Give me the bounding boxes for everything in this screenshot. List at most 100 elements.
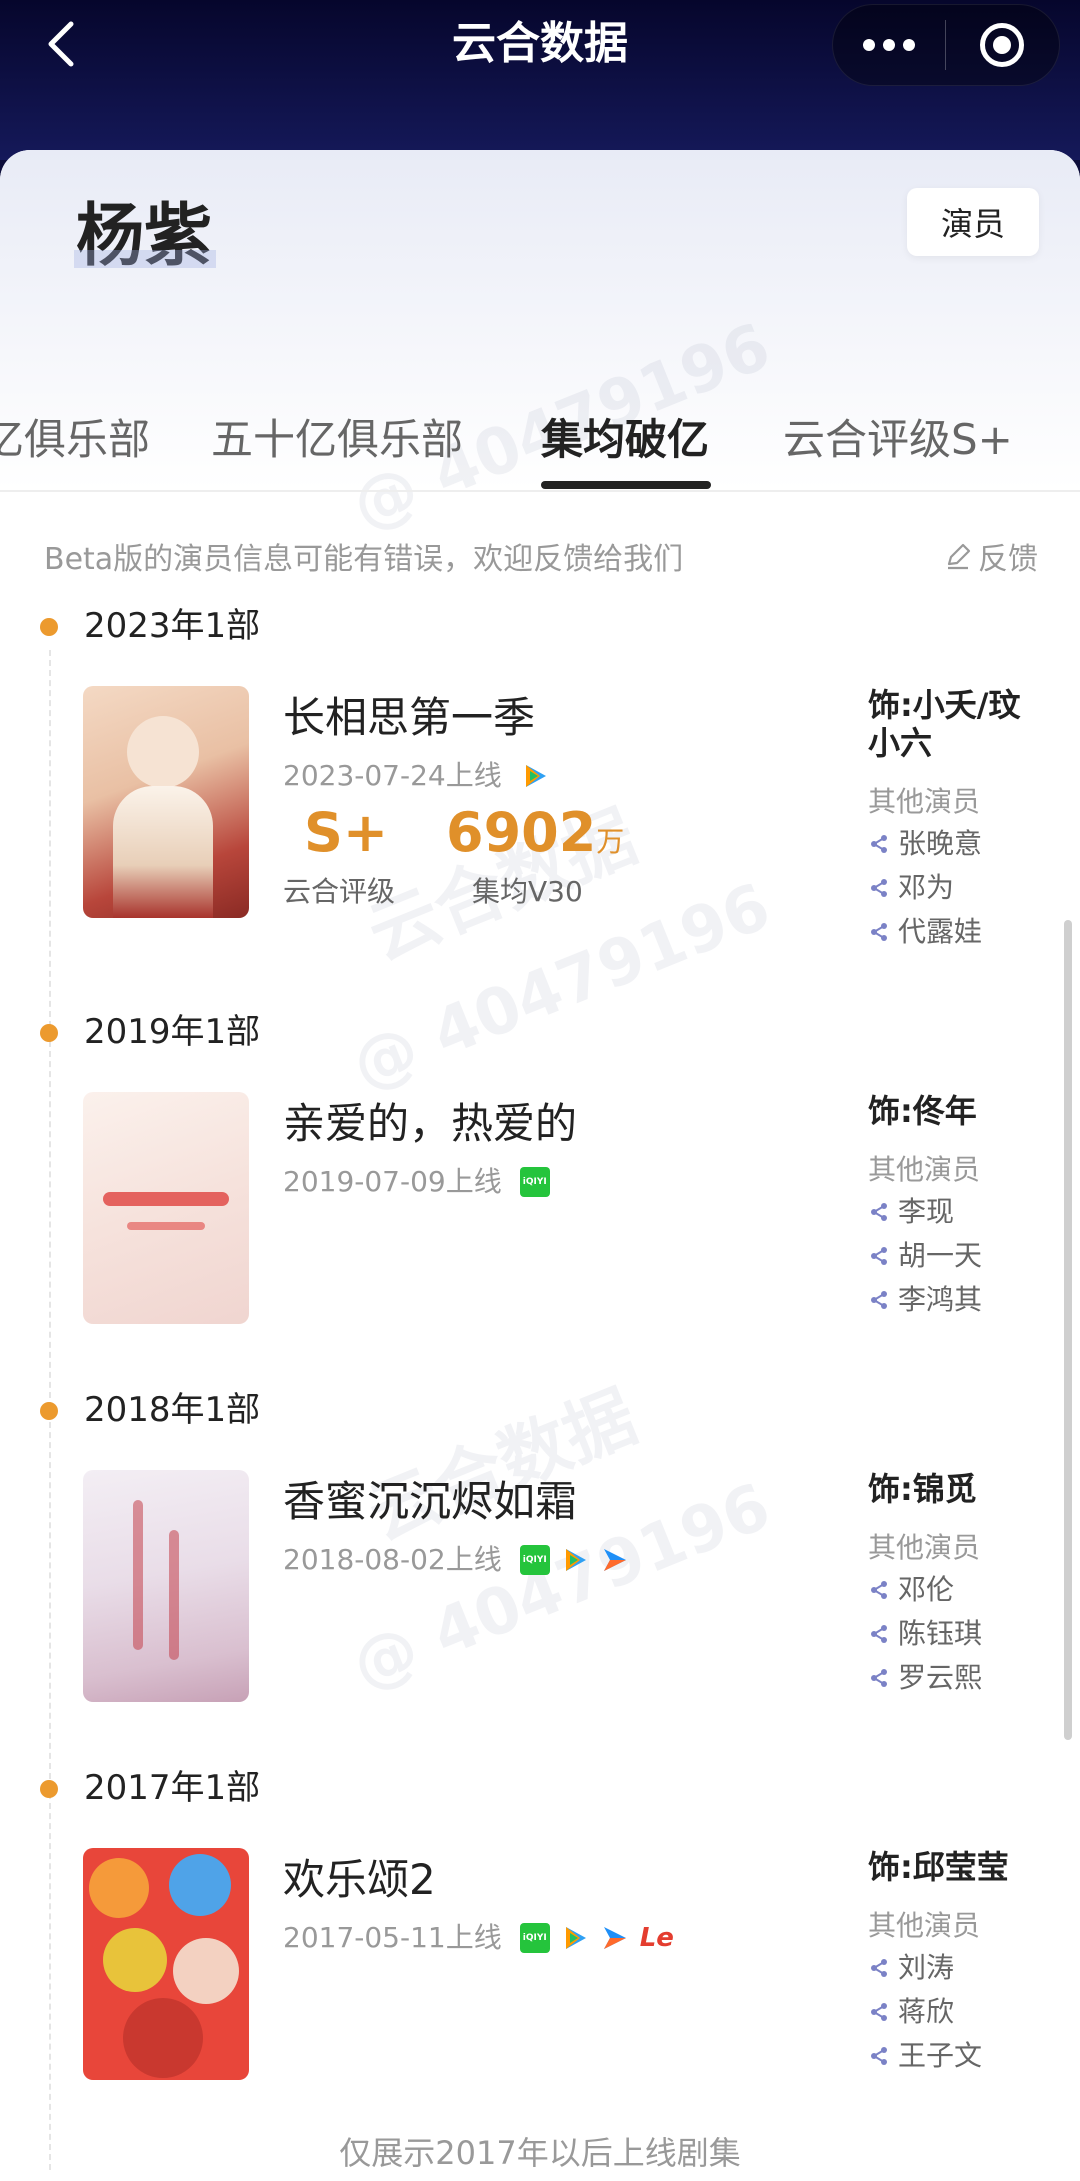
poster-figure (123, 1998, 203, 2078)
timeline-dot (40, 618, 58, 636)
main-sheet: 杨紫 演员 @ 40479196 @ 40479196 @ 40479196 云… (0, 150, 1080, 2181)
feedback-button[interactable]: 反馈 (944, 534, 1038, 578)
cast-name: 邓为 (898, 871, 955, 904)
platform-list: iQIYI (519, 1545, 630, 1575)
cast-member[interactable]: 陈钰琪 (868, 1612, 1048, 1656)
le-video-icon: Le (639, 1923, 674, 1953)
cast-name: 罗云熙 (898, 1661, 983, 1694)
show-card[interactable]: 长相思第一季 2023-07-24上线 S+ 云合评级 6902万 集均V30 … (0, 686, 1080, 986)
avg-views-number: 6902 (446, 801, 597, 864)
show-title: 长相思第一季 (283, 693, 536, 742)
character-name: 饰:锦觅 (868, 1470, 977, 1508)
other-cast-label: 其他演员 (868, 1153, 981, 1186)
share-node-icon (871, 835, 887, 853)
actor-name: 杨紫 (73, 192, 217, 282)
share-node-icon (871, 1625, 887, 1643)
cast-member[interactable]: 刘涛 (868, 1946, 1048, 1990)
show-title: 欢乐颂2 (283, 1855, 436, 1904)
show-poster (83, 686, 249, 918)
poster-figure (127, 716, 199, 788)
role-column: 饰:小夭/玟小六 其他演员 张晚意 邓为 代露娃 (868, 686, 1048, 954)
avg-views-unit: 万 (596, 825, 625, 858)
share-node-icon (871, 2047, 887, 2065)
tencent-video-icon (520, 761, 550, 791)
poster-figure (89, 1858, 149, 1918)
cast-name: 代露娃 (898, 915, 983, 948)
poster-figure (173, 1938, 239, 2004)
cast-member[interactable]: 王子文 (868, 2034, 1048, 2078)
platform-list (520, 761, 550, 791)
show-card[interactable]: 欢乐颂2 2017-05-11上线 iQIYI Le 饰:邱莹莹 其他演员 刘涛… (0, 1848, 1080, 2148)
role-badge[interactable]: 演员 (907, 188, 1039, 256)
tab-avg-over-100m[interactable]: 集均破亿 (541, 380, 709, 492)
show-poster (83, 1470, 249, 1702)
share-node-icon (871, 1581, 887, 1599)
avg-views-value: 6902万 (446, 798, 624, 877)
share-node-icon (871, 879, 887, 897)
cast-member[interactable]: 张晚意 (868, 822, 1048, 866)
share-node-icon (871, 2003, 887, 2021)
top-navigation-bar: 云合数据 (0, 0, 1080, 160)
cast-name: 王子文 (898, 2039, 983, 2072)
share-node-icon (871, 1669, 887, 1687)
more-dot (882, 39, 895, 51)
show-card[interactable]: 香蜜沉沉烬如霜 2018-08-02上线 iQIYI 饰:锦觅 其他演员 邓伦 … (0, 1470, 1080, 1770)
share-node-icon (871, 1203, 887, 1221)
show-release: 2018-08-02上线 iQIYI (283, 1540, 630, 1580)
other-cast-label: 其他演员 (868, 785, 981, 818)
footer-note: 仅展示2017年以后上线剧集 (339, 2134, 741, 2172)
avg-views-label: 集均V30 (472, 875, 583, 908)
role-column: 饰:锦觅 其他演员 邓伦 陈钰琪 罗云熙 (868, 1470, 1048, 1700)
poster-title-mark (133, 1500, 143, 1650)
cast-member[interactable]: 代露娃 (868, 910, 1048, 954)
rating-label: 云合评级 (283, 875, 396, 908)
cast-member[interactable]: 胡一天 (868, 1234, 1048, 1278)
close-mini-program-button[interactable] (946, 4, 1060, 86)
cast-member[interactable]: 蒋欣 (868, 1990, 1048, 2034)
show-card[interactable]: 亲爱的，热爱的 2019-07-09上线 iQIYI 饰:佟年 其他演员 李现 … (0, 1092, 1080, 1392)
mini-program-capsule (832, 4, 1060, 86)
poster-figure (113, 786, 213, 918)
tab-billion-club[interactable]: 亿俱乐部 (0, 380, 150, 492)
character-name: 饰:小夭/玟小六 (868, 686, 1021, 762)
cast-member[interactable]: 李鸿其 (868, 1278, 1048, 1322)
release-date: 2018-08-02上线 (283, 1543, 502, 1576)
character-name: 饰:邱莹莹 (868, 1848, 1009, 1886)
poster-title-mark (169, 1530, 179, 1660)
cast-member[interactable]: 李现 (868, 1190, 1048, 1234)
poster-subtitle-mark (127, 1222, 205, 1230)
show-release: 2017-05-11上线 iQIYI Le (283, 1918, 680, 1958)
cast-member[interactable]: 邓伦 (868, 1568, 1048, 1612)
tab-five-billion-club[interactable]: 五十亿俱乐部 (211, 380, 463, 492)
timeline-dot (40, 1780, 58, 1798)
cast-name: 邓伦 (898, 1573, 955, 1606)
cast-name: 李现 (898, 1195, 955, 1228)
cast-member[interactable]: 邓为 (868, 866, 1048, 910)
cast-name: 蒋欣 (898, 1995, 955, 2028)
share-node-icon (871, 923, 887, 941)
year-label: 2017年1部 (84, 1768, 261, 1808)
cast-name: 刘涛 (898, 1951, 955, 1984)
other-cast-label: 其他演员 (868, 1531, 981, 1564)
youku-icon (600, 1545, 630, 1575)
year-label: 2019年1部 (84, 1012, 261, 1052)
other-cast-label: 其他演员 (868, 1909, 981, 1942)
cast-name: 李鸿其 (898, 1283, 983, 1316)
tencent-video-icon (560, 1545, 590, 1575)
timeline-dot (40, 1402, 58, 1420)
iqiyi-icon: iQIYI (519, 1923, 550, 1953)
scrollbar[interactable] (1064, 920, 1072, 1740)
cast-member[interactable]: 罗云熙 (868, 1656, 1048, 1700)
year-label: 2023年1部 (84, 606, 261, 646)
share-node-icon (871, 1247, 887, 1265)
poster-figure (169, 1854, 231, 1916)
cast-name: 张晚意 (898, 827, 983, 860)
role-column: 饰:邱莹莹 其他演员 刘涛 蒋欣 王子文 (868, 1848, 1048, 2078)
tab-rating-s-plus[interactable]: 云合评级S+ (783, 380, 1013, 492)
more-dot (902, 39, 915, 51)
show-release: 2019-07-09上线 iQIYI (283, 1162, 550, 1202)
platform-list: iQIYI (519, 1167, 550, 1197)
tencent-video-icon (560, 1923, 590, 1953)
more-button[interactable] (833, 4, 945, 86)
poster-title-mark (103, 1192, 229, 1206)
